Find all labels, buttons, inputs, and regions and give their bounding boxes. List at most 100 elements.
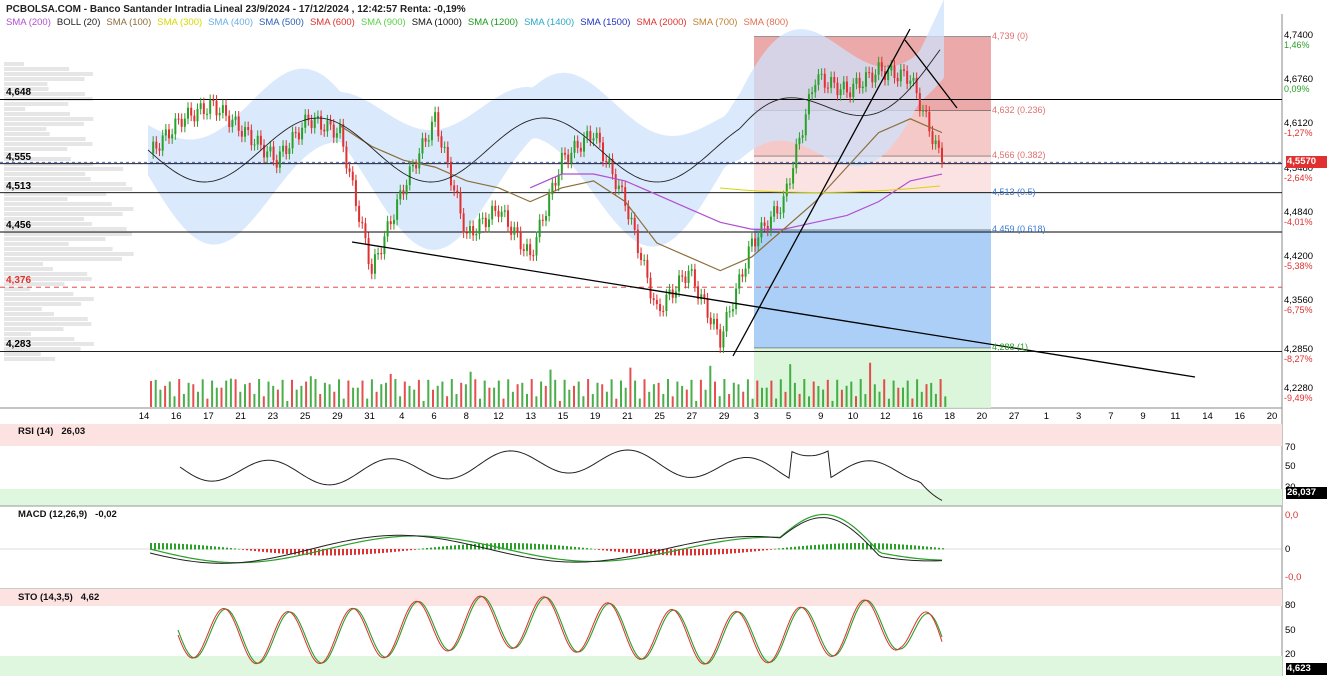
macd-histogram-bar <box>162 543 164 550</box>
price-candle <box>421 138 424 154</box>
macd-histogram-bar <box>190 544 192 550</box>
volume-bar <box>850 381 853 407</box>
macd-histogram-bar <box>682 549 684 556</box>
volume-profile-bar <box>4 167 124 171</box>
x-tick-label: 12 <box>879 411 891 422</box>
volume-bar <box>446 396 449 407</box>
volume-bar <box>793 382 796 407</box>
macd-histogram-bar <box>822 544 824 550</box>
x-tick-label: 25 <box>654 411 665 422</box>
macd-histogram-bar <box>398 549 400 552</box>
macd-histogram-bar <box>374 549 376 554</box>
price-candle <box>567 154 570 163</box>
price-candle <box>757 237 760 247</box>
macd-histogram-bar <box>530 543 532 550</box>
price-candle <box>763 222 766 226</box>
volume-bar <box>511 391 514 407</box>
volume-bar <box>258 379 261 407</box>
macd-label: MACD (12,26,9) <box>18 509 88 520</box>
volume-bar <box>765 387 768 407</box>
price-candle <box>890 65 893 71</box>
legend-entry: BOLL (20) <box>56 17 101 28</box>
macd-histogram-bar <box>858 543 860 550</box>
volume-bar <box>667 379 669 407</box>
volume-bar <box>601 384 604 407</box>
volume-bar <box>878 391 881 407</box>
macd-histogram-bar <box>778 548 780 550</box>
axis-pct-label: 0,09% <box>1284 84 1310 95</box>
fib-label: 4,632 (0.236) <box>992 104 1046 115</box>
price-candle <box>152 141 155 154</box>
price-candle <box>497 210 500 217</box>
chart-svg <box>0 0 1283 676</box>
price-candle <box>659 304 662 311</box>
price-candle <box>864 72 867 87</box>
price-candle <box>440 136 443 148</box>
price-candle <box>845 81 848 93</box>
price-candle <box>941 147 943 163</box>
price-candle <box>636 229 639 253</box>
volume-profile-bar <box>4 287 30 291</box>
axis-label: -0,0 <box>1285 572 1302 583</box>
macd-histogram-bar <box>854 543 856 550</box>
macd-histogram-bar <box>758 549 760 551</box>
macd-histogram-bar <box>254 549 256 552</box>
price-candle <box>798 137 801 145</box>
volume-bar <box>267 381 270 407</box>
macd-histogram-bar <box>830 543 832 550</box>
x-tick-label: 10 <box>847 411 859 422</box>
macd-histogram-bar <box>834 543 836 550</box>
volume-bar <box>150 381 152 407</box>
price-candle <box>475 233 478 236</box>
volume-bar <box>211 380 214 407</box>
price-candle <box>830 77 833 88</box>
price-candle <box>513 227 516 235</box>
macd-histogram-bar <box>498 543 500 550</box>
price-candle <box>364 223 367 239</box>
legend-entry: SMA (100) <box>106 17 152 28</box>
macd-histogram-bar <box>590 548 592 550</box>
price-candle <box>215 100 218 116</box>
macd-histogram-bar <box>362 549 364 555</box>
volume-bar <box>370 379 373 407</box>
macd-histogram-bar <box>554 545 556 550</box>
volume-bar <box>469 371 472 407</box>
axis-label: 70 <box>1285 442 1296 453</box>
volume-bar <box>798 393 801 407</box>
volume-bar <box>549 369 552 407</box>
volume-bar <box>192 384 195 407</box>
volume-bar <box>695 400 698 407</box>
volume-bar <box>229 378 232 407</box>
price-candle <box>377 253 380 255</box>
price-candle <box>399 190 402 200</box>
price-candle <box>187 107 190 119</box>
macd-histogram-bar <box>434 547 436 550</box>
volume-bar <box>620 380 622 407</box>
price-candle <box>807 94 810 115</box>
x-tick-label: 1 <box>1043 411 1050 422</box>
rsi-value: 26,03 <box>61 426 86 437</box>
macd-histogram-bar <box>430 547 432 550</box>
price-candle <box>453 185 456 191</box>
x-tick-label: 12 <box>493 411 504 422</box>
volume-bar <box>540 381 543 407</box>
volume-bar <box>902 387 904 407</box>
macd-histogram-bar <box>334 549 336 556</box>
price-candle <box>649 277 652 299</box>
price-candle <box>396 199 399 220</box>
legend-entry: SMA (800) <box>743 17 789 28</box>
price-candle <box>773 206 776 217</box>
price-candle <box>383 236 386 255</box>
macd-histogram-bar <box>770 549 772 550</box>
level-label: 4,648 <box>6 87 32 99</box>
x-tick-label: 16 <box>1234 411 1246 422</box>
volume-profile-bar <box>4 67 70 71</box>
axis-pct-label: -5,38% <box>1284 260 1313 271</box>
macd-signal-line <box>149 517 943 564</box>
volume-bar <box>450 379 453 407</box>
price-candle <box>434 112 437 122</box>
volume-profile-bar <box>4 132 50 136</box>
level-label: 4,513 <box>6 180 32 192</box>
price-candle <box>621 185 624 188</box>
macd-histogram-bar <box>614 549 616 552</box>
